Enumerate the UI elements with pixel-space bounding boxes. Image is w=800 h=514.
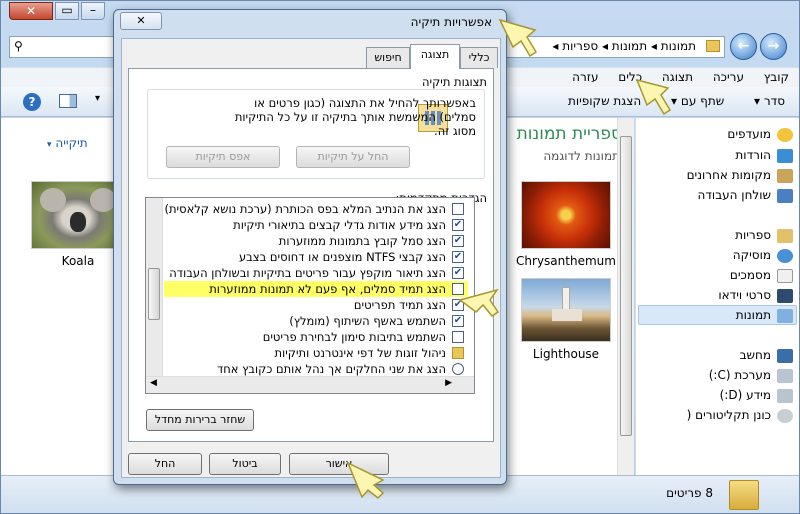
pointer-arrows bbox=[346, 18, 672, 500]
tab-view[interactable]: תצוגה bbox=[410, 44, 460, 69]
arrow-pointer-icon bbox=[346, 18, 672, 500]
